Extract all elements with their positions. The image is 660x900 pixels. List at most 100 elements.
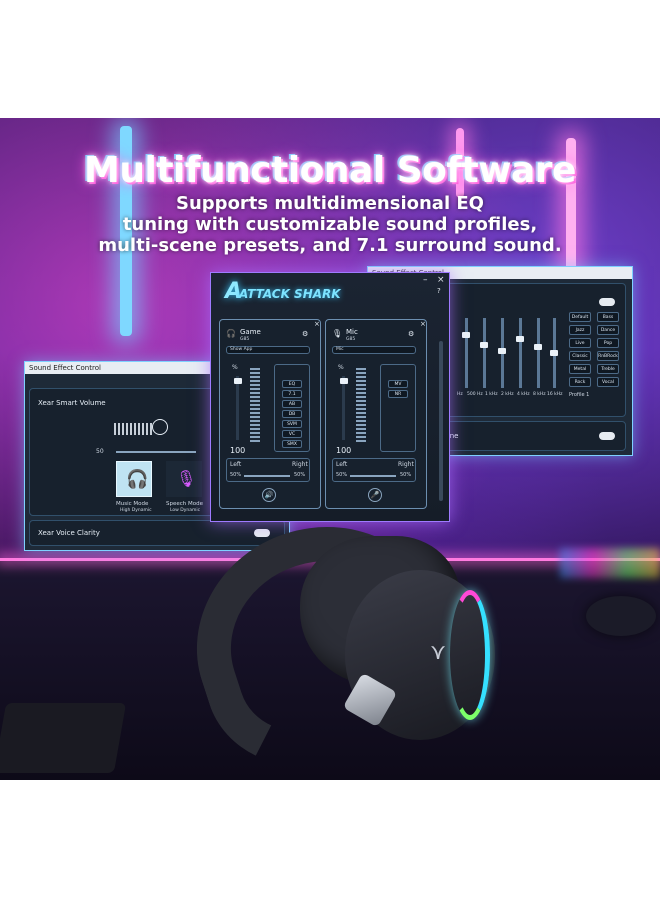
mic-options-box [380,364,416,452]
speech-icon: 🎙 [176,469,197,488]
speech-mode-card[interactable]: 🎙 [166,461,202,497]
voice-clarity-panel: Xear Voice Clarity [29,520,285,546]
eq-option[interactable]: 7.1 [282,390,302,398]
mic-balance-slider[interactable] [350,475,396,477]
mic-option[interactable]: NR [388,390,408,398]
preset-button[interactable]: RnBRock [597,351,619,361]
preset-button[interactable]: Metal [569,364,591,374]
mic-icon: 🎙 [332,329,343,338]
speech-mode-label: Speech Mode [166,501,203,507]
help-icon[interactable]: ? [437,287,441,295]
eq-slider-knob[interactable] [516,336,524,342]
close-icon[interactable]: × [314,320,320,328]
freq-label: 1 kHz [485,392,498,397]
headset-rgb-ring [450,590,490,720]
dial-icon [152,419,168,435]
eq-option[interactable]: SVM [282,420,302,428]
gear-icon[interactable]: ⚙ [408,330,414,338]
subline-1: Supports multidimensional EQ [176,193,484,214]
eq-slider-track[interactable] [483,318,486,388]
mic-device-select[interactable] [332,346,416,354]
gear-icon[interactable]: ⚙ [302,330,308,338]
eq-slider-knob[interactable] [462,332,470,338]
bottom-toggle[interactable] [599,432,615,440]
profile-label: Profile 1 [569,392,590,398]
freq-label: 2 kHz [501,392,514,397]
headphones-icon: 🎧 [126,469,149,490]
subline-2: tuning with customizable sound profiles, [122,214,538,235]
mic-option[interactable]: MV [388,380,408,388]
pct-label: % [338,364,344,371]
preset-button[interactable]: Pop [597,338,619,348]
left-label: Left [336,461,348,468]
preset-button[interactable]: Live [569,338,591,348]
eq-option[interactable]: VC [282,430,302,438]
close-icon[interactable]: × [420,320,426,328]
eq-options-box [274,364,310,452]
balance-slider[interactable] [244,475,290,477]
voice-clarity-toggle[interactable] [254,529,270,537]
music-mode-sub: High Dynamic [120,508,152,513]
left-label: Left [230,461,242,468]
music-mode-card[interactable]: 🎧 [116,461,152,497]
waveform-icon [114,423,154,435]
rgb-keyboard-glow [560,548,660,578]
volume-slider[interactable] [116,451,196,453]
freq-label: 16 kHz [547,392,563,397]
game-panel: 🎧 Game G85 ⚙ × Show App % 100 EQ 7.1 AB … [219,319,321,509]
right-pct: 50% [400,472,412,478]
music-mode-label: Music Mode [116,501,149,507]
attack-shark-window: A ATTACK SHARK – × ? 🎧 Game G85 ⚙ × Show… [210,272,450,522]
game-title: Game [240,328,261,336]
eq-option[interactable]: DB [282,410,302,418]
mic-volume-value: 100 [336,446,352,455]
device-label: Show App [230,347,253,352]
mic-mute-icon[interactable]: 🎤 [368,488,382,502]
left-pct: 50% [336,472,348,478]
game-volume-knob[interactable] [234,378,242,384]
pct-label: % [232,364,238,371]
right-label: Right [292,461,308,468]
eq-option[interactable]: SMX [282,440,302,448]
mouse [586,596,656,636]
level-meter [356,368,366,442]
subline-3: multi-scene presets, and 7.1 surround so… [98,235,562,256]
smart-volume-label: Xear Smart Volume [38,399,106,407]
headline: Multifunctional Software [84,150,576,191]
eq-slider-track[interactable] [537,318,540,388]
preset-button[interactable]: Jazz [569,325,591,335]
eq-slider-knob[interactable] [480,342,488,348]
preset-button[interactable]: Rock [569,377,591,387]
eq-slider-knob[interactable] [550,350,558,356]
speaker-icon[interactable]: 🔊 [262,488,276,502]
preset-button[interactable]: Dance [597,325,619,335]
freq-label: Hz [457,392,463,397]
minimize-icon[interactable]: – [423,275,428,285]
preset-button[interactable]: Vocal [597,377,619,387]
mic-title: Mic [346,328,358,336]
headphones-icon: 🎧 [226,329,236,338]
freq-label: 500 Hz [467,392,483,397]
eq-option[interactable]: EQ [282,380,302,388]
eq-option[interactable]: AB [282,400,302,408]
game-volume-track[interactable] [236,376,239,440]
preset-button[interactable]: Treble [597,364,619,374]
mic-volume-track[interactable] [342,376,345,440]
eq-slider-knob[interactable] [534,344,542,350]
logo-text: ATTACK SHARK [239,287,341,301]
game-sub: G85 [240,337,250,342]
eq-slider-knob[interactable] [498,348,506,354]
eq-slider-track[interactable] [465,318,468,388]
mic-volume-knob[interactable] [340,378,348,384]
eq-slider-track[interactable] [519,318,522,388]
scrollbar[interactable] [439,341,443,501]
preset-button[interactable]: Classic [569,351,591,361]
game-volume-value: 100 [230,446,246,455]
mic-device-label: Mic [336,347,344,352]
close-icon[interactable]: × [437,275,445,285]
freq-label: 4 kHz [517,392,530,397]
preset-button[interactable]: Bass [597,312,619,322]
preset-button[interactable]: Default [569,312,591,322]
eq-toggle[interactable] [599,298,615,306]
speech-mode-sub: Low Dynamic [170,508,201,513]
